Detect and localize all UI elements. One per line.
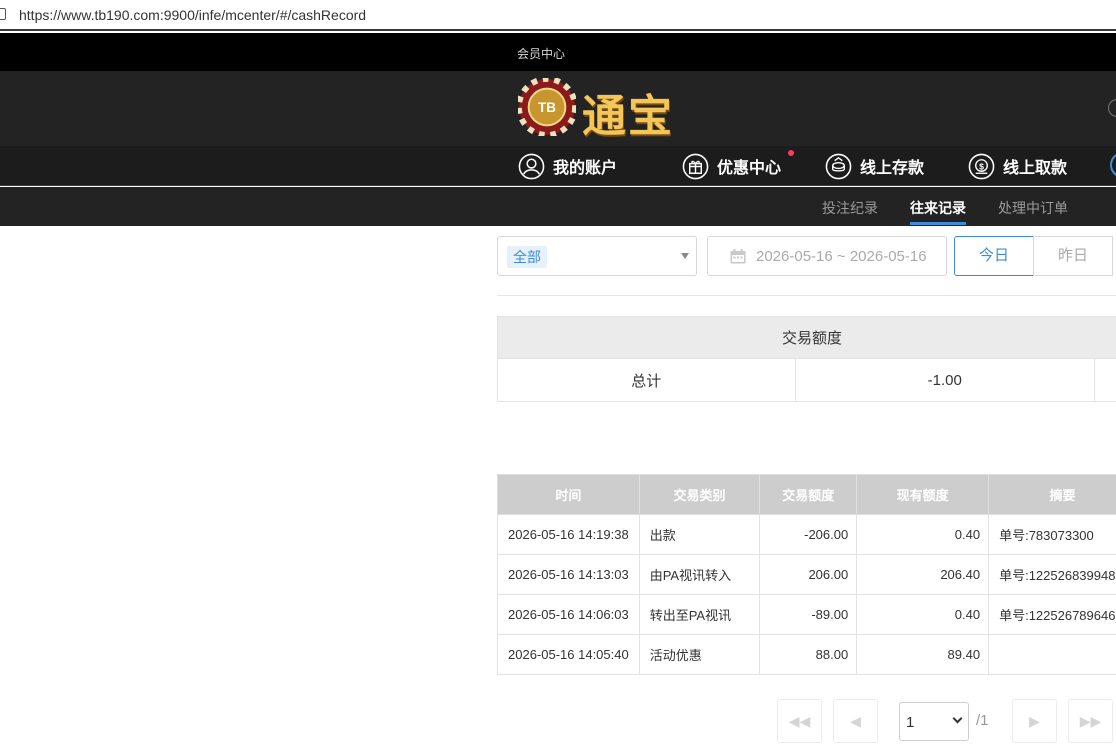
nav-item-deposit[interactable]: 线上存款 — [825, 152, 924, 180]
cell-type: 转出至PA视讯 — [638, 594, 761, 635]
cell-type: 出款 — [638, 514, 761, 555]
cell-type: 活动优惠 — [638, 634, 761, 675]
column-header: 时间 — [497, 474, 640, 515]
cell-amount: -89.00 — [759, 594, 858, 635]
sub-nav: 投注纪录 往来记录 处理中订单 — [0, 187, 1116, 226]
page-select-value: 1 — [906, 714, 915, 731]
globe-icon[interactable] — [1108, 99, 1116, 117]
logo-chip-icon: TB — [518, 78, 576, 136]
column-header: 交易类别 — [638, 474, 761, 515]
table-row: 2026-05-16 14:19:38 出款 -206.00 0.40 单号:7… — [497, 514, 1116, 555]
category-select[interactable]: 全部 — [497, 236, 697, 276]
logo-chip-text: TB — [538, 100, 556, 115]
browser-address-bar[interactable]: https://www.tb190.com:9900/infe/mcenter/… — [0, 0, 1116, 31]
nav-label-withdraw: 线上取款 — [1003, 160, 1068, 177]
active-tab-indicator — [910, 222, 966, 225]
calendar-icon — [730, 249, 746, 264]
column-header: 现有额度 — [856, 474, 990, 515]
logo-text: 通宝 — [582, 91, 674, 142]
cell-summary: 单号:1225268399488 — [988, 554, 1116, 595]
lock-icon — [0, 8, 6, 20]
column-header: 摘要 — [988, 474, 1116, 515]
cell-balance: 0.40 — [856, 514, 990, 555]
notification-dot — [788, 150, 794, 156]
yesterday-button[interactable]: 昨日 — [1033, 236, 1113, 276]
column-header: 交易额度 — [759, 474, 858, 515]
date-range-input[interactable]: 2026-05-16 ~ 2026-05-16 — [707, 236, 947, 276]
cell-amount: -206.00 — [759, 514, 858, 555]
nav-label-promotions: 优惠中心 — [717, 160, 782, 177]
cell-amount: 206.00 — [759, 554, 858, 595]
nav-item-promotions[interactable]: 优惠中心 — [682, 150, 794, 180]
user-icon — [518, 153, 545, 179]
cell-summary: 单号:783073300 — [988, 514, 1116, 555]
page-select[interactable]: 1 — [899, 702, 969, 741]
top-strip: 会员中心 — [0, 33, 1116, 71]
main-nav: 我的账户 优惠中心 线上存款 $ 线上取款 — [0, 146, 1116, 186]
summary-row: 总计 -1.00 — [497, 358, 1116, 402]
tab-transaction-records[interactable]: 往来记录 — [910, 198, 966, 218]
cell-time: 2026-05-16 14:13:03 — [497, 554, 640, 595]
nav-label-my-account: 我的账户 — [553, 160, 618, 177]
category-chip[interactable]: 全部 — [507, 246, 547, 268]
url-text[interactable]: https://www.tb190.com:9900/infe/mcenter/… — [19, 7, 366, 23]
caret-down-icon — [681, 253, 689, 259]
page-title: 会员中心 — [517, 47, 566, 61]
page-total: /1 — [976, 712, 989, 729]
tab-bet-records[interactable]: 投注纪录 — [822, 198, 878, 218]
double-right-icon: ▶▶ — [1079, 713, 1102, 729]
date-range-text: 2026-05-16 ~ 2026-05-16 — [756, 248, 927, 265]
cell-time: 2026-05-16 14:05:40 — [497, 634, 640, 675]
cell-time: 2026-05-16 14:19:38 — [497, 514, 640, 555]
left-icon: ◀ — [850, 713, 861, 729]
svg-text:$: $ — [979, 161, 984, 171]
cell-amount: 88.00 — [759, 634, 858, 675]
right-icon: ▶ — [1029, 713, 1040, 729]
table-row: 2026-05-16 14:06:03 转出至PA视讯 -89.00 0.40 … — [497, 594, 1116, 635]
cell-balance: 0.40 — [856, 594, 990, 635]
nav-item-withdraw[interactable]: $ 线上取款 — [968, 152, 1067, 180]
tab-pending-orders[interactable]: 处理中订单 — [998, 198, 1068, 218]
records-table: 时间 交易类别 交易额度 现有额度 摘要 2026-05-16 14:19:38… — [497, 474, 1116, 675]
logo-bar: TB 通宝 — [0, 71, 1116, 146]
table-row: 2026-05-16 14:13:03 由PA视讯转入 206.00 206.4… — [497, 554, 1116, 595]
cell-summary: 单号:1225267896466 — [988, 594, 1116, 635]
deposit-icon — [825, 153, 852, 179]
table-row: 2026-05-16 14:05:40 活动优惠 88.00 89.40 — [497, 634, 1116, 675]
first-page-button[interactable]: ◀◀ — [777, 699, 822, 743]
summary-table: 交易额度 总计 -1.00 — [497, 316, 1116, 402]
cell-balance: 89.40 — [856, 634, 990, 675]
summary-header: 交易额度 — [497, 316, 1116, 359]
next-page-button[interactable]: ▶ — [1012, 699, 1057, 743]
summary-label: 总计 — [497, 358, 796, 402]
double-left-icon: ◀◀ — [788, 713, 811, 729]
cell-type: 由PA视讯转入 — [638, 554, 761, 595]
nav-label-deposit: 线上存款 — [860, 160, 925, 177]
summary-value: -1.00 — [794, 358, 1096, 402]
records-header-row: 时间 交易类别 交易额度 现有额度 摘要 — [497, 474, 1116, 515]
withdraw-icon: $ — [968, 153, 995, 179]
divider — [497, 295, 1116, 296]
prev-page-button[interactable]: ◀ — [833, 699, 878, 743]
chevron-down-icon — [952, 713, 963, 724]
summary-empty-cell — [1094, 358, 1116, 402]
cell-balance: 206.40 — [856, 554, 990, 595]
cell-summary — [988, 634, 1116, 675]
nav-item-my-account[interactable]: 我的账户 — [518, 152, 617, 180]
today-button[interactable]: 今日 — [954, 236, 1034, 276]
cell-time: 2026-05-16 14:06:03 — [497, 594, 640, 635]
last-page-button[interactable]: ▶▶ — [1068, 699, 1113, 743]
gift-icon — [682, 153, 709, 179]
